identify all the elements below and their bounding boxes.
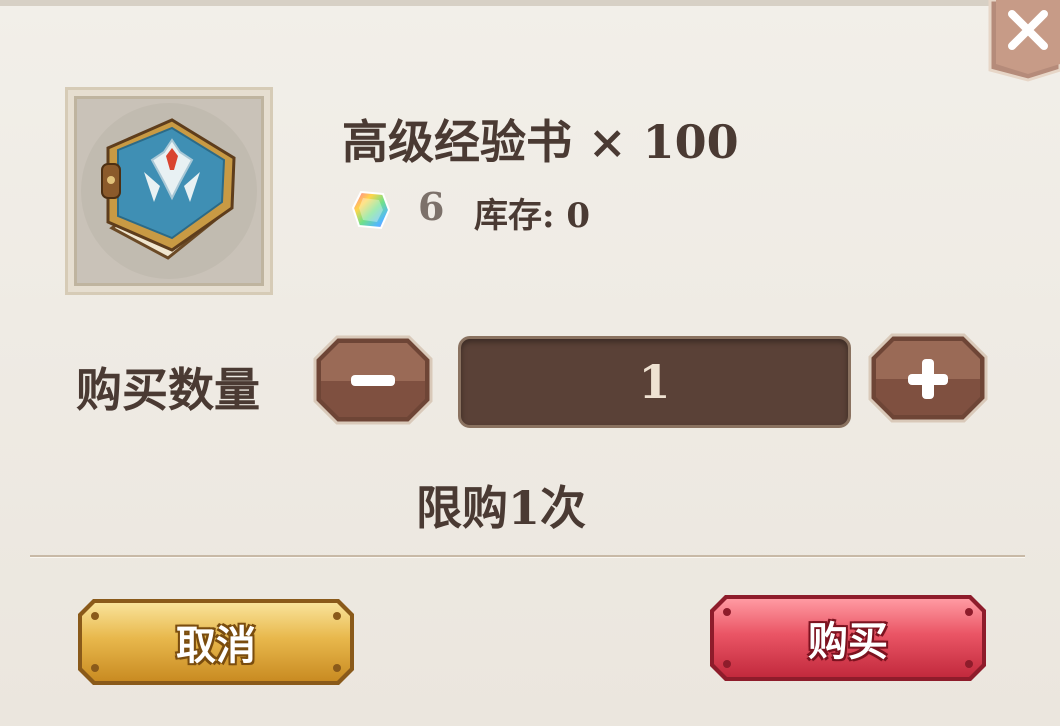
dialog-top-edge (0, 0, 1060, 6)
price-value: 6 (418, 184, 445, 229)
experience-book-icon (81, 103, 257, 279)
item-name: 高级经验书 × 100 (342, 115, 739, 169)
minus-icon (313, 335, 433, 425)
close-button[interactable] (988, 0, 1060, 82)
stock-label: 库存: 0 (474, 196, 591, 236)
purchase-dialog: 高级经验书 × 100 6 库存: 0 购买数量 1 限购1次 取消 购买 (0, 0, 1060, 726)
cancel-button-label: 取消 (176, 622, 256, 669)
close-icon (988, 0, 1060, 82)
cancel-button[interactable]: 取消 (75, 596, 357, 688)
quantity-label: 购买数量 (76, 363, 260, 417)
decrease-quantity-button[interactable] (311, 333, 435, 427)
buy-button-label: 购买 (808, 618, 888, 665)
increase-quantity-button[interactable] (866, 331, 990, 425)
divider (30, 555, 1025, 558)
quantity-input[interactable]: 1 (458, 336, 851, 428)
item-icon-frame (65, 87, 273, 295)
purchase-limit-label: 限购1次 (415, 481, 586, 535)
buy-button[interactable]: 购买 (707, 592, 989, 684)
rainbow-gem-icon (351, 190, 391, 230)
plus-icon (868, 333, 988, 423)
